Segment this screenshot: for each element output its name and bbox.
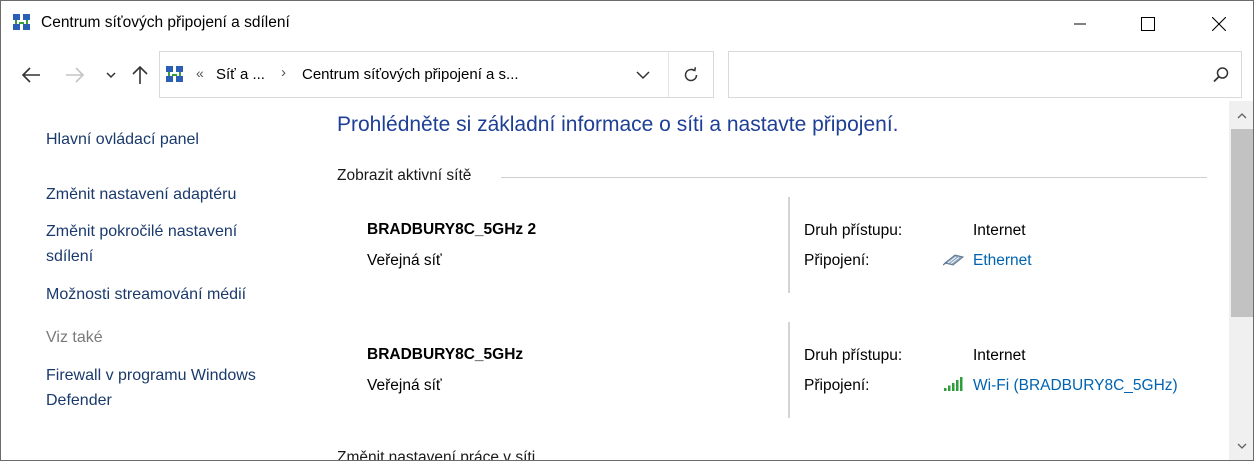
access-type-value: Internet <box>973 347 1026 364</box>
window: Centrum síťových připojení a sdílení « S… <box>0 0 1254 461</box>
recent-locations-button[interactable] <box>99 63 123 87</box>
search-icon[interactable] <box>1211 65 1231 85</box>
network-name: BRADBURY8C_5GHz 2 <box>367 221 537 238</box>
scroll-down-button[interactable] <box>1229 437 1253 455</box>
network-center-icon <box>165 65 185 85</box>
active-networks-label: Zobrazit aktivní sítě <box>337 167 480 185</box>
sidebar-link-advanced-sharing-settings-line2[interactable]: sdílení <box>46 244 93 269</box>
chevron-up-icon <box>1237 113 1247 119</box>
network-divider <box>788 322 790 418</box>
connection-label: Připojení: <box>804 377 870 394</box>
sidebar-link-control-panel-home[interactable]: Hlavní ovládací panel <box>46 127 199 152</box>
forward-button[interactable] <box>63 63 87 87</box>
access-type-value: Internet <box>973 222 1026 239</box>
address-bar[interactable]: « Síť a ... › Centrum síťových připojení… <box>159 51 714 98</box>
maximize-button[interactable] <box>1125 1 1171 47</box>
vertical-scrollbar[interactable] <box>1229 101 1253 460</box>
network-category-link[interactable]: Veřejná síť <box>367 377 442 395</box>
wifi-signal-icon <box>943 376 965 392</box>
back-button[interactable] <box>19 63 43 87</box>
section-divider <box>501 177 1207 178</box>
close-button[interactable] <box>1196 1 1242 47</box>
change-network-settings-label: Změnit nastavení práce v síti <box>337 449 536 461</box>
search-box[interactable] <box>728 51 1242 98</box>
breadcrumb-segment-network[interactable]: Síť a ... <box>216 66 265 83</box>
scroll-up-button[interactable] <box>1229 107 1253 125</box>
connection-link-wifi[interactable]: Wi-Fi (BRADBURY8C_5GHz) <box>973 377 1178 395</box>
chevron-down-icon <box>106 72 116 79</box>
title-bar[interactable]: Centrum síťových připojení a sdílení <box>1 1 1253 47</box>
search-input[interactable] <box>737 62 1197 88</box>
page-title: Prohlédněte si základní informace o síti… <box>337 113 899 136</box>
sidebar: Hlavní ovládací panel Změnit nastavení a… <box>1 101 311 460</box>
breadcrumb-segment-network-center[interactable]: Centrum síťových připojení a s... <box>302 66 519 83</box>
connection-link-ethernet[interactable]: Ethernet <box>973 252 1032 270</box>
sidebar-link-advanced-sharing-settings[interactable]: Změnit pokročilé nastavení <box>46 219 237 244</box>
network-category-link[interactable]: Veřejná síť <box>367 252 442 270</box>
network-center-icon <box>12 13 32 33</box>
access-type-label: Druh přístupu: <box>804 347 903 364</box>
network-divider <box>788 197 790 293</box>
chevron-down-icon <box>636 70 650 79</box>
chevron-down-icon <box>1237 443 1247 449</box>
main-content: Prohlédněte si základní informace o síti… <box>311 101 1229 461</box>
sidebar-link-windows-firewall-line2[interactable]: Defender <box>46 388 112 413</box>
minimize-button[interactable] <box>1057 1 1103 47</box>
arrow-left-icon <box>21 67 40 83</box>
ethernet-icon <box>942 252 965 268</box>
sidebar-link-media-streaming[interactable]: Možnosti streamování médií <box>46 282 246 307</box>
arrow-up-icon <box>132 65 148 84</box>
scroll-thumb[interactable] <box>1231 129 1253 317</box>
address-overflow-chevron[interactable]: « <box>196 65 204 81</box>
window-title: Centrum síťových připojení a sdílení <box>41 14 290 31</box>
sidebar-link-windows-firewall[interactable]: Firewall v programu Windows <box>46 363 256 388</box>
see-also-label: Viz také <box>46 329 103 346</box>
address-divider <box>668 52 669 97</box>
refresh-button[interactable] <box>676 62 706 88</box>
up-button[interactable] <box>128 63 152 87</box>
sidebar-link-change-adapter-settings[interactable]: Změnit nastavení adaptéru <box>46 182 236 207</box>
refresh-icon <box>684 67 698 82</box>
breadcrumb-separator[interactable]: › <box>281 64 286 81</box>
address-dropdown-button[interactable] <box>630 62 656 88</box>
connection-label: Připojení: <box>804 252 870 269</box>
access-type-label: Druh přístupu: <box>804 222 903 239</box>
network-name: BRADBURY8C_5GHz <box>367 346 524 363</box>
arrow-right-icon <box>66 67 85 83</box>
